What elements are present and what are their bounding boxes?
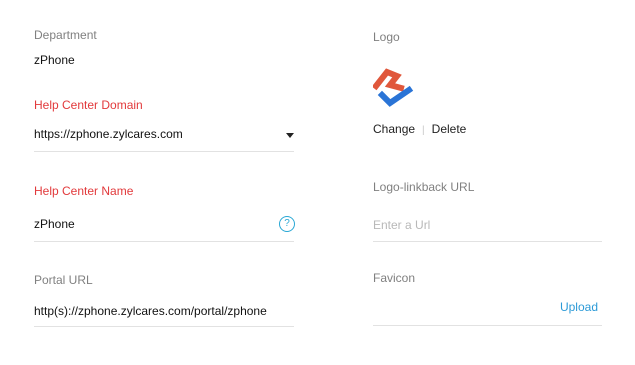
zylcares-logo-icon [371,68,414,107]
favicon-underline [373,325,602,326]
chevron-down-icon [286,133,294,138]
logo-label: Logo [373,30,400,44]
logo-actions: Change | Delete [373,122,466,136]
portal-url-label: Portal URL [34,273,93,287]
department-label: Department [34,28,97,42]
help-icon[interactable]: ? [279,216,295,232]
logo-actions-separator: | [422,125,425,136]
portal-url-underline [34,326,294,327]
logo-image [371,67,415,109]
portal-url-value: http(s)://zphone.zylcares.com/portal/zph… [34,304,267,318]
logo-linkback-url-label: Logo-linkback URL [373,180,475,194]
logo-linkback-url-underline [373,241,602,242]
change-logo-button[interactable]: Change [373,122,415,136]
help-center-domain-select[interactable]: https://zphone.zylcares.com [34,118,294,152]
logo-linkback-url-input[interactable]: Enter a Url [373,208,602,242]
help-center-name-value: zPhone [34,217,75,231]
logo-linkback-url-placeholder: Enter a Url [373,218,431,232]
help-center-domain-label: Help Center Domain [34,98,143,112]
help-center-name-underline [34,241,294,242]
department-value: zPhone [34,53,75,67]
help-center-name-field[interactable]: zPhone [34,207,274,241]
help-center-name-label: Help Center Name [34,184,134,198]
favicon-label: Favicon [373,271,416,285]
help-center-domain-value: https://zphone.zylcares.com [34,127,183,141]
help-center-domain-underline [34,151,294,152]
delete-logo-button[interactable]: Delete [432,122,467,136]
favicon-upload-button[interactable]: Upload [560,300,598,314]
